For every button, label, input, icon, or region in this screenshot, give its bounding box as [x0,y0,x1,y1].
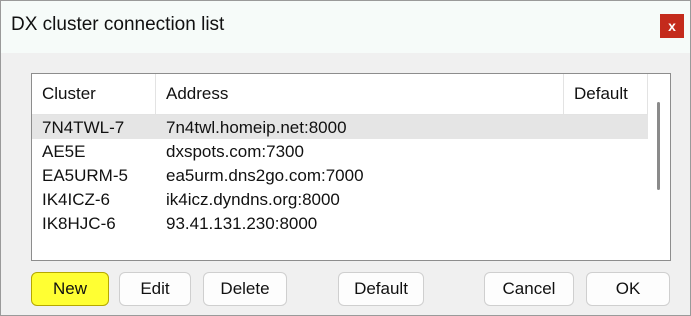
list-rows: 7N4TWL-7 7n4twl.homeip.net:8000 AE5E dxs… [32,115,648,235]
list-row[interactable]: IK8HJC-6 93.41.131.230:8000 [32,211,648,235]
vertical-scrollbar[interactable] [648,74,670,260]
cell-cluster: IK8HJC-6 [42,214,116,233]
cell-address: dxspots.com:7300 [166,142,304,161]
window-title: DX cluster connection list [11,14,225,35]
column-header-default[interactable]: Default [564,74,648,114]
cell-address: 7n4twl.homeip.net:8000 [166,118,347,137]
cell-address: 93.41.131.230:8000 [166,214,318,233]
close-icon: x [668,18,676,34]
list-header: Cluster Address Default [32,74,648,115]
new-button[interactable]: New [31,272,109,306]
list-row-selected[interactable]: 7N4TWL-7 7n4twl.homeip.net:8000 [32,115,648,139]
dialog-window: DX cluster connection list x Cluster Add… [0,0,691,316]
title-bar[interactable]: DX cluster connection list x [1,1,690,53]
edit-button[interactable]: Edit [119,272,191,306]
delete-button[interactable]: Delete [203,272,287,306]
list-row[interactable]: IK4ICZ-6 ik4icz.dyndns.org:8000 [32,187,648,211]
column-header-cluster[interactable]: Cluster [32,74,156,114]
default-button[interactable]: Default [338,272,424,306]
cell-cluster: AE5E [42,142,86,161]
cell-cluster: EA5URM-5 [42,166,128,185]
scrollbar-thumb[interactable] [657,102,660,190]
cell-cluster: 7N4TWL-7 [42,118,125,137]
list-row[interactable]: AE5E dxspots.com:7300 [32,139,648,163]
cluster-list[interactable]: Cluster Address Default 7N4TWL-7 7n4twl.… [31,73,671,261]
list-row[interactable]: EA5URM-5 ea5urm.dns2go.com:7000 [32,163,648,187]
cancel-button[interactable]: Cancel [484,272,574,306]
cell-cluster: IK4ICZ-6 [42,190,111,209]
column-header-address[interactable]: Address [156,74,564,114]
cell-address: ik4icz.dyndns.org:8000 [166,190,340,209]
close-button[interactable]: x [660,14,684,38]
ok-button[interactable]: OK [586,272,670,306]
cell-address: ea5urm.dns2go.com:7000 [166,166,364,185]
